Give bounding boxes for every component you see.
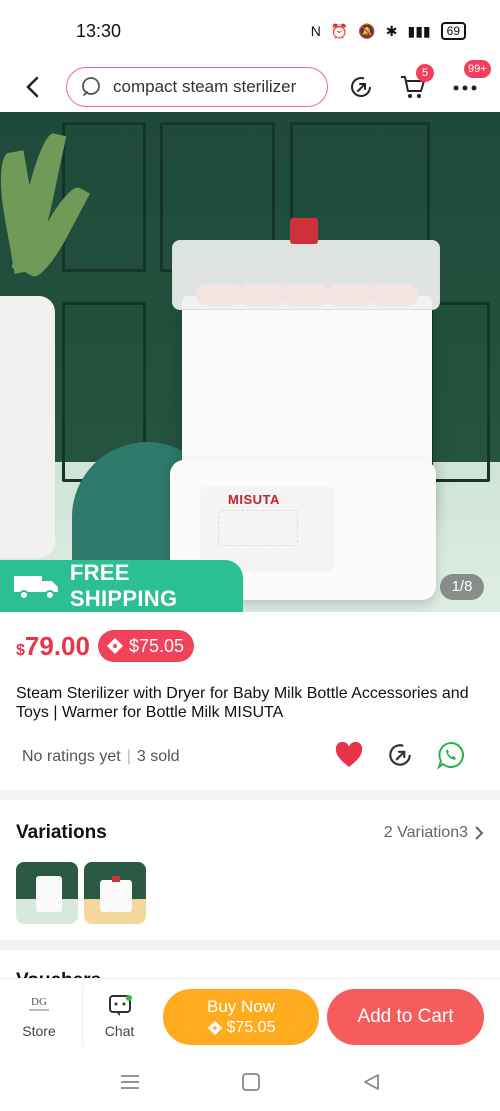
cart-badge: 5	[416, 64, 434, 82]
promo-price-badge[interactable]: $75.05	[97, 630, 195, 662]
free-tag: FREE	[14, 564, 41, 575]
free-shipping-banner: FREE FREE SHIPPING	[0, 560, 243, 612]
divider: |	[126, 748, 131, 765]
share-icon[interactable]	[386, 741, 414, 769]
promo-price: $75.05	[128, 635, 185, 656]
mute-icon: 🔕	[358, 22, 376, 39]
bottle-cap	[326, 284, 374, 306]
product-actions	[334, 740, 466, 770]
chat-button[interactable]: Chat	[82, 985, 156, 1047]
wall-panel	[430, 302, 490, 482]
variations-title: Variations	[16, 822, 107, 843]
lid-handle	[290, 218, 318, 244]
search-icon	[82, 77, 100, 96]
free-shipping-label: FREE SHIPPING	[69, 560, 178, 611]
svg-text:DG: DG	[31, 996, 47, 1008]
cart-button[interactable]: 5	[398, 64, 434, 102]
status-icons: N ⏰ 🔕 ✱ ▮▮▮ 69	[311, 22, 466, 40]
heart-icon[interactable]	[334, 741, 364, 769]
bottom-action-bar: DG Store Chat Buy Now $75.05 Add to Cart	[0, 978, 500, 1052]
buy-now-label: Buy Now	[206, 997, 276, 1016]
add-to-cart-button[interactable]: Add to Cart	[327, 989, 484, 1045]
store-logo-icon: DG	[29, 996, 49, 1011]
variation-thumbnail[interactable]	[84, 862, 146, 924]
search-query: compact steam sterilizer	[113, 77, 297, 96]
plant-pot	[0, 296, 55, 558]
top-actions: 5 99+	[346, 60, 491, 102]
rating-text[interactable]: No ratings yet	[22, 748, 121, 766]
back-button[interactable]	[0, 62, 66, 112]
bottle-cap	[282, 284, 330, 306]
price-currency: $	[16, 641, 25, 659]
variation-thumbnail[interactable]	[16, 862, 78, 924]
variations-section[interactable]: Variations 2 Variation3	[0, 800, 500, 940]
share-icon	[351, 77, 371, 97]
price-card: $79.00 $75.05 Steam Sterilizer with Drye…	[0, 612, 500, 790]
product-image[interactable]: MISUTA FREE FREE SHIPPING 1/8	[0, 112, 500, 612]
menu-icon[interactable]	[119, 1073, 141, 1091]
voucher-tag-icon	[207, 1020, 222, 1036]
more-button[interactable]: 99+	[450, 60, 491, 102]
signal-icon: ▮▮▮	[407, 22, 431, 39]
battery-icon: 69	[440, 22, 466, 40]
sold-count: 3 sold	[136, 748, 180, 765]
system-nav-bar	[0, 1052, 500, 1111]
status-time: 13:30	[76, 20, 122, 41]
voucher-tag-icon	[106, 638, 123, 654]
store-label: Store	[22, 1023, 56, 1039]
rating-row: No ratings yet | 3 sold	[22, 748, 180, 766]
variations-count[interactable]: 2 Variation3	[384, 824, 484, 842]
price: $79.00	[16, 631, 90, 662]
more-icon	[453, 85, 477, 91]
buy-now-price-row: $75.05	[207, 1019, 276, 1037]
product-title: Steam Sterilizer with Dryer for Baby Mil…	[16, 685, 469, 721]
price-row: $79.00 $75.05	[16, 630, 195, 662]
share-button[interactable]	[346, 72, 376, 102]
buy-now-price: $75.05	[226, 1019, 276, 1036]
top-bar: compact steam sterilizer 5 99+	[0, 60, 500, 112]
chevron-right-icon	[475, 826, 484, 840]
image-counter: 1/8	[440, 574, 484, 600]
brand-label: MISUTA	[228, 492, 280, 507]
home-icon[interactable]	[241, 1072, 261, 1092]
more-badge: 99+	[464, 60, 491, 78]
search-input[interactable]: compact steam sterilizer	[66, 67, 328, 107]
digital-display	[218, 510, 298, 546]
whatsapp-icon[interactable]	[436, 740, 466, 770]
nfc-icon: N	[310, 23, 321, 39]
bluetooth-icon: ✱	[385, 22, 398, 39]
bottle-cap	[196, 284, 244, 306]
back-nav-icon[interactable]	[361, 1072, 381, 1092]
bottle-cap	[238, 284, 286, 306]
buy-now-button[interactable]: Buy Now $75.05	[163, 989, 319, 1045]
price-amount: 79.00	[24, 630, 90, 661]
bottle-cap	[370, 284, 418, 306]
alarm-icon: ⏰	[330, 22, 349, 39]
store-button[interactable]: DG Store	[4, 985, 74, 1047]
status-bar: 13:30 N ⏰ 🔕 ✱ ▮▮▮ 69	[0, 0, 500, 62]
chat-icon	[108, 995, 132, 1016]
variations-count-text: 2 Variation3	[383, 824, 468, 841]
chevron-left-icon	[26, 76, 39, 98]
chat-label: Chat	[104, 1023, 135, 1039]
